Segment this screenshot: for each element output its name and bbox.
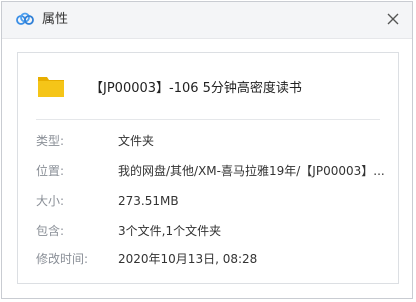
property-value: 3个文件,1个文件夹 bbox=[118, 224, 222, 238]
property-value: 2020年10月13日, 08:28 bbox=[118, 252, 258, 266]
dialog-title: 属性 bbox=[42, 12, 69, 27]
divider bbox=[36, 119, 380, 120]
property-value: 我的网盘/其他/XM-喜马拉雅19年/【JP00003】... bbox=[118, 164, 385, 178]
property-row-size: 大小: 273.51MB bbox=[36, 191, 388, 211]
properties-panel: 【JP00003】-106 5分钟高密度读书 类型: 文件夹 位置: 我的网盘/… bbox=[17, 52, 399, 284]
property-label: 修改时间: bbox=[36, 252, 89, 266]
property-value: 273.51MB bbox=[118, 194, 179, 208]
property-label: 类型: bbox=[36, 134, 65, 148]
close-button[interactable] bbox=[384, 10, 402, 28]
title-bar: 属性 bbox=[2, 2, 412, 39]
property-value: 文件夹 bbox=[118, 134, 155, 148]
property-label: 位置: bbox=[36, 164, 65, 178]
property-row-type: 类型: 文件夹 bbox=[36, 131, 388, 151]
property-row-contains: 包含: 3个文件,1个文件夹 bbox=[36, 221, 388, 241]
cloud-icon bbox=[15, 12, 35, 28]
property-row-modified: 修改时间: 2020年10月13日, 08:28 bbox=[36, 249, 388, 269]
property-label: 大小: bbox=[36, 194, 65, 208]
property-row-location: 位置: 我的网盘/其他/XM-喜马拉雅19年/【JP00003】... bbox=[36, 161, 388, 181]
file-name: 【JP00003】-106 5分钟高密度读书 bbox=[90, 81, 302, 96]
folder-icon bbox=[36, 71, 66, 101]
close-icon[interactable] bbox=[384, 10, 402, 28]
property-label: 包含: bbox=[36, 224, 65, 238]
properties-dialog: 属性 【JP00003】-106 5分钟高密度读书 类型: 文件夹 位置: 我的… bbox=[1, 1, 413, 299]
